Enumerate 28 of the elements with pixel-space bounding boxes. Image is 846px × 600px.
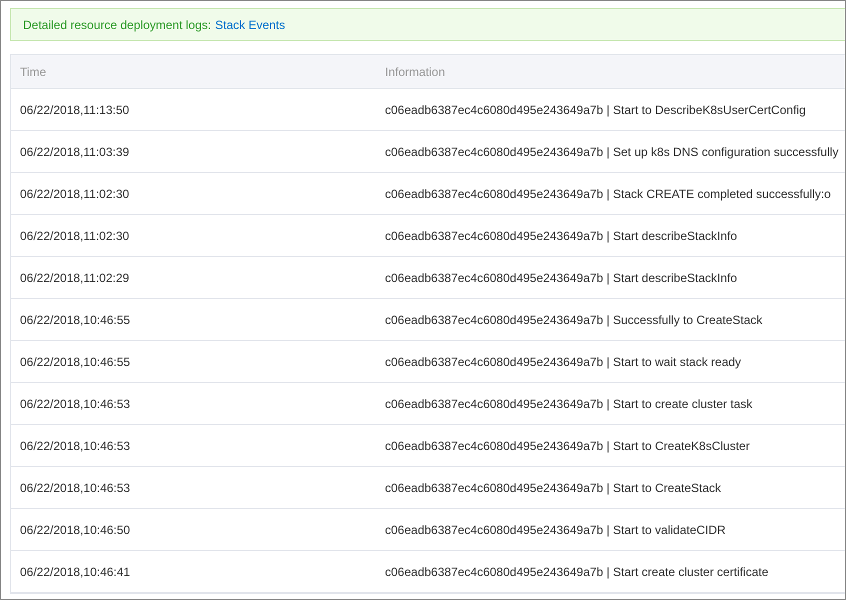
- information-cell: c06eadb6387ec4c6080d495e243649a7b | Start to wait stack ready: [385, 354, 742, 368]
- stack-events-link[interactable]: Stack Events: [215, 16, 286, 34]
- information-cell: c06eadb6387ec4c6080d495e243649a7b | Set up k8s DNS configuration successfully: [385, 144, 838, 158]
- time-cell: 06/22/2018,10:46:53: [20, 396, 130, 410]
- time-cell: 06/22/2018,11:03:39: [20, 144, 130, 158]
- information-cell: c06eadb6387ec4c6080d495e243649a7b | Start to validateCIDR: [385, 522, 726, 536]
- information-cell: c06eadb6387ec4c6080d495e243649a7b | Start to create cluster task: [385, 396, 752, 410]
- information-cell: c06eadb6387ec4c6080d495e243649a7b | Start describeStackInfo: [385, 228, 738, 242]
- information-cell: c06eadb6387ec4c6080d495e243649a7b | Start to CreateStack: [385, 480, 722, 494]
- column-header: Time: [20, 64, 46, 78]
- time-cell: 06/22/2018,11:13:50: [20, 102, 130, 116]
- time-cell: 06/22/2018,10:46:53: [20, 438, 130, 452]
- information-cell: c06eadb6387ec4c6080d495e243649a7b | Stack CREATE completed successfully:o: [385, 186, 831, 200]
- information-cell: c06eadb6387ec4c6080d495e243649a7b | Start describeStackInfo: [385, 270, 738, 284]
- time-cell: 06/22/2018,10:46:55: [20, 354, 130, 368]
- information-cell: c06eadb6387ec4c6080d495e243649a7b | Successfully to CreateStack: [385, 312, 762, 326]
- time-cell: 06/22/2018,11:02:30: [20, 228, 130, 242]
- column-header: Information: [385, 64, 446, 78]
- information-cell: c06eadb6387ec4c6080d495e243649a7b | Start to CreateK8sCluster: [385, 438, 750, 452]
- information-cell: c06eadb6387ec4c6080d495e243649a7b | Start to DescribeK8sUserCertConfig: [385, 102, 806, 116]
- time-cell: 06/22/2018,11:02:29: [20, 270, 130, 284]
- time-cell: 06/22/2018,10:46:41: [20, 564, 130, 578]
- time-cell: 06/22/2018,10:46:53: [20, 480, 130, 494]
- notice-text: Detailed resource deployment logs:: [23, 16, 212, 34]
- time-cell: 06/22/2018,10:46:55: [20, 312, 130, 326]
- time-cell: 06/22/2018,11:02:30: [20, 186, 130, 200]
- time-cell: 06/22/2018,10:46:50: [20, 522, 130, 536]
- information-cell: c06eadb6387ec4c6080d495e243649a7b | Start create cluster certificate: [385, 564, 768, 578]
